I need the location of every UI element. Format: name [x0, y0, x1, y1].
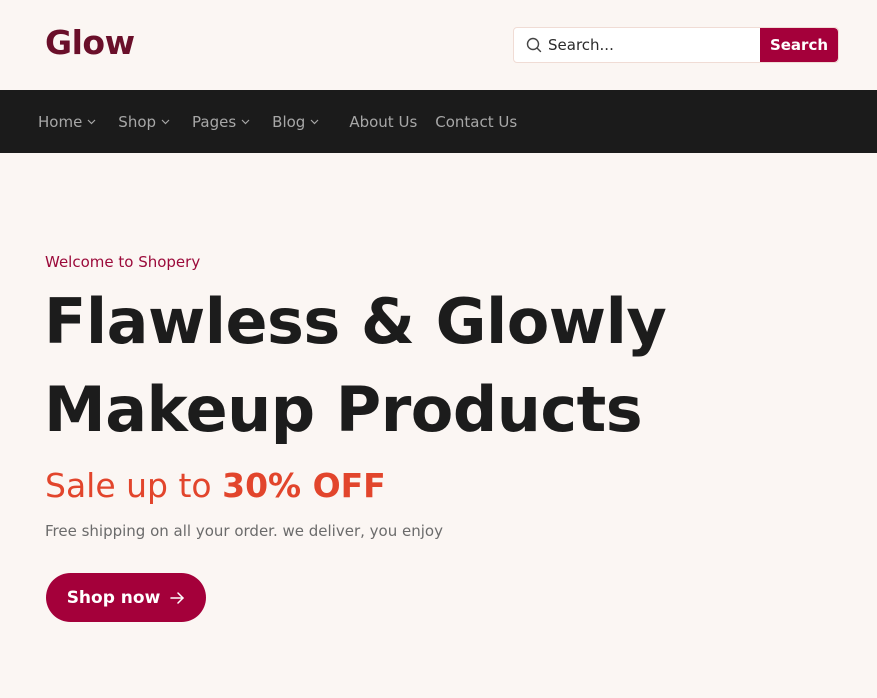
- search-button[interactable]: Search: [760, 28, 838, 62]
- chevron-down-icon: [87, 119, 96, 125]
- nav-item-label: Contact Us: [435, 112, 518, 131]
- logo[interactable]: Glow: [45, 23, 135, 62]
- hero-title-line-1: Flawless & Glowly: [44, 285, 667, 358]
- shop-now-label: Shop now: [66, 587, 161, 608]
- search-bar: Search: [513, 27, 839, 63]
- nav-item-shop[interactable]: Shop: [118, 113, 170, 131]
- main-nav: Home Shop Pages Blog About Us Contact Us: [0, 90, 877, 153]
- chevron-down-icon: [161, 119, 170, 125]
- nav-item-label: About Us: [349, 112, 418, 131]
- sale-prefix: Sale up to: [45, 466, 223, 505]
- sale-value: 30% OFF: [222, 466, 386, 505]
- hero-subtitle: Free shipping on all your order. we deli…: [45, 522, 443, 540]
- shop-now-button[interactable]: Shop now: [46, 573, 206, 622]
- chevron-down-icon: [241, 119, 250, 125]
- nav-item-label: Home: [38, 112, 83, 131]
- nav-item-contact-us[interactable]: Contact Us: [435, 113, 517, 131]
- hero-eyebrow: Welcome to Shopery: [45, 253, 201, 271]
- nav-item-pages[interactable]: Pages: [192, 113, 250, 131]
- nav-item-blog[interactable]: Blog: [272, 113, 319, 131]
- nav-item-about-us[interactable]: About Us: [349, 113, 417, 131]
- chevron-down-icon: [310, 119, 319, 125]
- arrow-right-icon: [170, 591, 185, 604]
- nav-item-label: Blog: [272, 112, 306, 131]
- hero-title: Flawless & Glowly Makeup Products: [44, 278, 667, 454]
- nav-item-label: Pages: [192, 112, 237, 131]
- nav-item-home[interactable]: Home: [38, 113, 96, 131]
- nav-item-label: Shop: [118, 112, 157, 131]
- site-header: Glow Search: [0, 0, 877, 90]
- search-icon: [514, 28, 548, 62]
- sale-text: Sale up to 30% OFF: [45, 466, 386, 505]
- search-input[interactable]: [548, 28, 760, 62]
- hero-section: Welcome to Shopery Flawless & Glowly Mak…: [0, 153, 877, 698]
- hero-title-line-2: Makeup Products: [44, 373, 643, 446]
